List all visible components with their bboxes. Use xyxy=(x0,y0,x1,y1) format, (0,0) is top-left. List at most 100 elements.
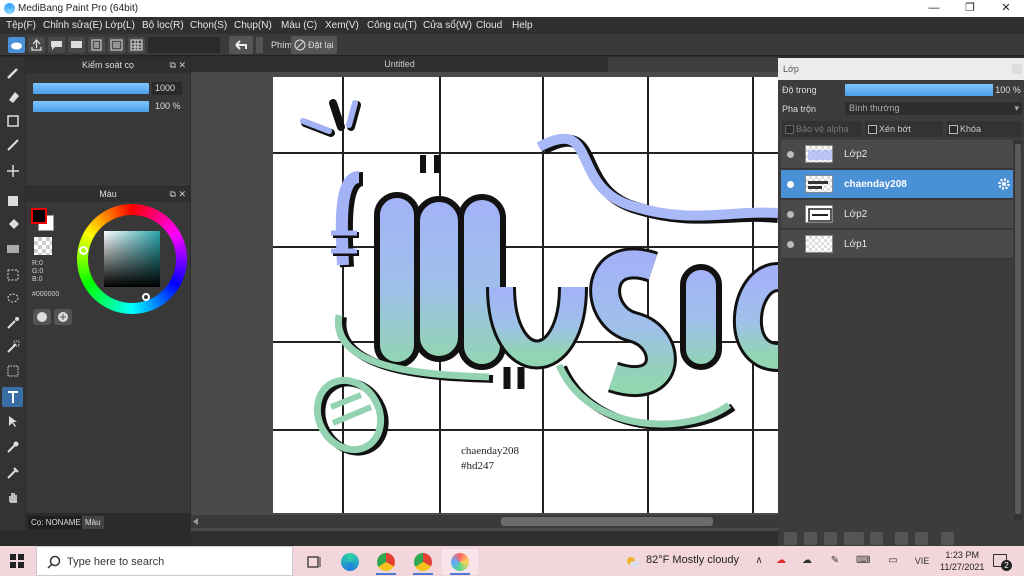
scrollbar-thumb[interactable] xyxy=(501,517,713,526)
chevron-up-icon[interactable]: ∧ xyxy=(752,554,766,568)
taskbar-search-box[interactable]: Type here to search xyxy=(36,546,293,576)
restore-button[interactable]: ❐ xyxy=(952,0,988,17)
undo-dropdown-icon[interactable] xyxy=(256,37,263,53)
rectangle-tool-icon[interactable] xyxy=(2,111,23,131)
menu-edit[interactable]: Chỉnh sửa(E) xyxy=(43,20,103,31)
medibang-app-icon[interactable] xyxy=(442,549,478,575)
gear-icon[interactable] xyxy=(997,177,1011,191)
menu-layer[interactable]: Lớp(L) xyxy=(105,20,135,31)
hue-marker[interactable] xyxy=(79,246,88,255)
menu-snap[interactable]: Chụp(N) xyxy=(234,20,272,31)
menu-view[interactable]: Xem(V) xyxy=(325,20,359,31)
new-halftone-layer-icon[interactable] xyxy=(804,532,817,545)
battery-icon[interactable]: ▭ xyxy=(886,554,900,568)
horizontal-scrollbar[interactable] xyxy=(191,515,778,528)
move-tool-icon[interactable] xyxy=(2,161,23,181)
drawing-canvas[interactable]: chaenday208 #hd247 xyxy=(273,77,778,513)
palette-icon[interactable] xyxy=(33,309,51,325)
blend-mode-select[interactable]: Bình thường ▾ xyxy=(845,102,1022,115)
tab-brush[interactable]: Cọ: NONAME xyxy=(28,516,84,529)
chrome-profile-icon[interactable] xyxy=(405,549,441,575)
menu-filter[interactable]: Bộ lọc(R) xyxy=(142,20,184,31)
layer-row[interactable]: Lớp2 xyxy=(781,140,1013,169)
scrollbar-thumb[interactable] xyxy=(1015,144,1021,514)
list-icon[interactable] xyxy=(108,37,125,53)
clipping-checkbox[interactable]: Xén bớt xyxy=(865,121,943,137)
duplicate-layer-icon[interactable] xyxy=(895,532,908,545)
visibility-icon[interactable] xyxy=(787,151,794,158)
share-icon[interactable] xyxy=(28,37,45,53)
bucket-tool-icon[interactable] xyxy=(2,215,23,235)
brush-opacity-slider[interactable] xyxy=(33,101,149,112)
operation-tool-icon[interactable] xyxy=(2,411,23,431)
layer-row[interactable]: Lớp1 xyxy=(781,230,1013,259)
brush-tool-icon[interactable] xyxy=(2,63,23,83)
chrome-browser-icon[interactable] xyxy=(368,549,404,575)
select-eraser-tool-icon[interactable] xyxy=(2,361,23,381)
undo-button[interactable] xyxy=(229,36,253,54)
eyedropper-tool-icon[interactable] xyxy=(2,437,23,457)
layer-scrollbar[interactable] xyxy=(1014,140,1022,520)
menu-help[interactable]: Help xyxy=(512,20,533,31)
windows-start-icon[interactable] xyxy=(10,554,24,568)
keyboard-icon[interactable]: ⌨ xyxy=(856,554,870,568)
hue-wheel[interactable] xyxy=(77,204,187,314)
text-tool-icon[interactable] xyxy=(2,387,23,407)
panel-buttons[interactable]: ⧉ ✕ xyxy=(170,187,186,202)
brush-size-slider[interactable] xyxy=(33,83,149,94)
canvas-tab[interactable]: Untitled xyxy=(191,57,608,72)
line-tool-icon[interactable] xyxy=(2,135,23,155)
fill-rect-tool-icon[interactable] xyxy=(2,191,23,211)
lasso-tool-icon[interactable] xyxy=(2,289,23,309)
clock[interactable]: 1:23 PM 11/27/2021 xyxy=(940,549,984,573)
transparent-swatch[interactable] xyxy=(34,237,52,255)
menu-window[interactable]: Cửa sổ(W) xyxy=(423,20,472,31)
layer-panel-close-icon[interactable] xyxy=(1012,64,1022,74)
panel-buttons[interactable]: ⧉ ✕ xyxy=(170,58,186,73)
language-indicator[interactable]: VIE xyxy=(912,554,932,568)
visibility-icon[interactable] xyxy=(787,211,794,218)
message-icon[interactable] xyxy=(68,37,85,53)
edge-browser-icon[interactable] xyxy=(332,549,368,575)
new-layer-icon[interactable] xyxy=(784,532,797,545)
brush-size-value[interactable]: 1000 xyxy=(152,82,182,95)
menu-select[interactable]: Chọn(S) xyxy=(190,20,227,31)
magic-wand-tool-icon[interactable] xyxy=(2,313,23,333)
saturation-value-square[interactable] xyxy=(104,231,160,287)
layer-row[interactable]: Lớp2 xyxy=(781,200,1013,229)
document-icon[interactable] xyxy=(88,37,105,53)
tab-color[interactable]: Màu xyxy=(82,516,104,529)
layer-opacity-slider[interactable] xyxy=(845,84,993,96)
reset-button[interactable]: Đặt lại xyxy=(291,36,337,54)
scroll-left-icon[interactable] xyxy=(193,518,199,525)
visibility-icon[interactable] xyxy=(787,241,794,248)
layer-row-selected[interactable]: chaenday208 xyxy=(781,170,1013,199)
new-8bit-layer-icon[interactable] xyxy=(824,532,837,545)
close-window-button[interactable]: ✕ xyxy=(988,0,1024,17)
menu-tools[interactable]: Công cụ(T) xyxy=(367,20,417,31)
lock-checkbox[interactable]: Khóa xyxy=(946,121,1022,137)
select-rect-tool-icon[interactable] xyxy=(2,265,23,285)
comment-icon[interactable] xyxy=(48,37,65,53)
palette-add-icon[interactable] xyxy=(54,309,72,325)
cloud-icon[interactable] xyxy=(8,37,25,53)
protect-alpha-checkbox[interactable]: Bảo vệ alpha xyxy=(782,121,862,137)
menu-file[interactable]: Tệp(F) xyxy=(6,20,36,31)
cloud-sync-icon[interactable]: ☁ xyxy=(774,554,788,568)
select-pen-tool-icon[interactable] xyxy=(2,337,23,357)
dropper-tool-icon[interactable] xyxy=(2,463,23,483)
gradient-tool-icon[interactable] xyxy=(2,239,23,259)
eraser-tool-icon[interactable] xyxy=(2,87,23,107)
hand-tool-icon[interactable] xyxy=(2,487,23,507)
merge-layer-icon[interactable] xyxy=(915,532,928,545)
menu-cloud[interactable]: Cloud xyxy=(476,20,502,31)
grid-icon[interactable] xyxy=(128,37,145,53)
menu-color[interactable]: Màu (C) xyxy=(281,20,317,31)
onedrive-icon[interactable]: ☁ xyxy=(800,554,814,568)
task-view-icon[interactable] xyxy=(296,549,332,575)
pen-icon[interactable]: ✎ xyxy=(828,554,842,568)
foreground-color-swatch[interactable] xyxy=(31,208,47,224)
minimize-button[interactable]: — xyxy=(916,0,952,17)
visibility-icon[interactable] xyxy=(787,181,794,188)
weather-text[interactable]: 82°F Mostly cloudy xyxy=(646,554,739,566)
